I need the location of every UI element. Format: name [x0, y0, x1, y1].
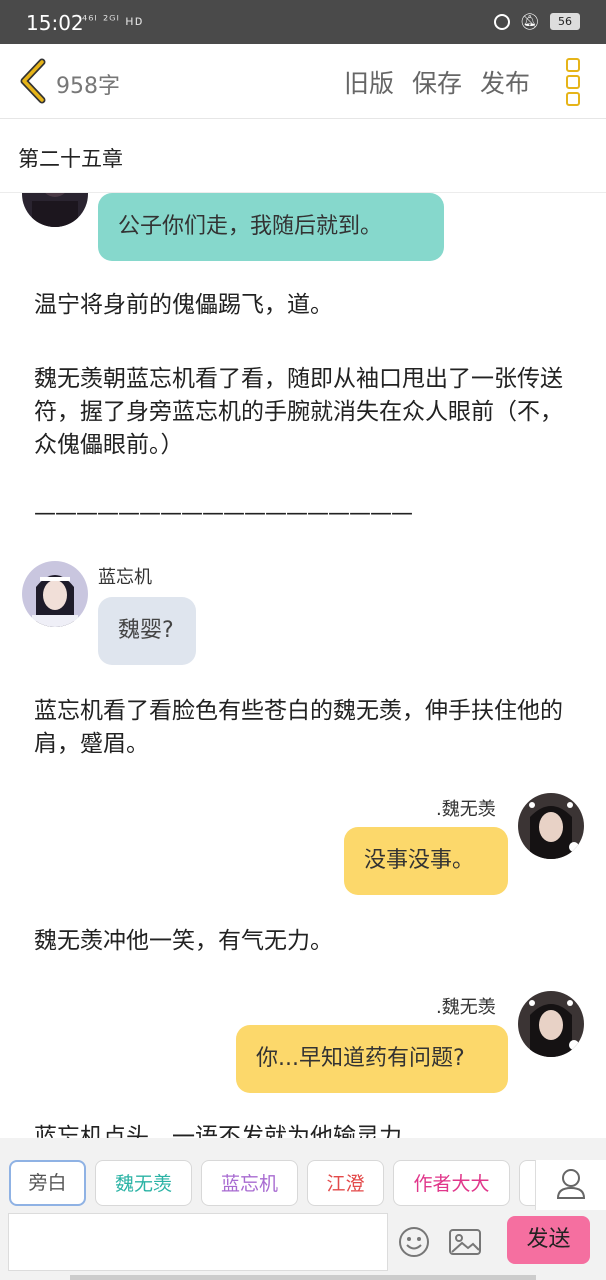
more-menu-button[interactable] [566, 58, 580, 106]
menu-dot-icon [566, 75, 580, 89]
send-button[interactable]: 发送 [507, 1216, 590, 1264]
editor-toolbar: 958字 旧版 保存 发布 [0, 44, 606, 119]
chip-label: 蓝忘机 [220, 1173, 278, 1195]
chat-bubble[interactable]: 魏婴? [98, 597, 196, 665]
narration-paragraph[interactable]: 蓝忘机点头，一语不发就为他输灵力。 [34, 1121, 574, 1138]
character-chip-author[interactable]: 作者大大 [393, 1160, 510, 1206]
status-bar: 15:02 ⁴⁶ᴵ ²ᴳᴵ ʜᴅ 🔕︎ 56 [0, 0, 606, 44]
chat-bubble[interactable]: 没事没事。 [344, 827, 508, 895]
narration-paragraph[interactable]: 魏无羡冲他一笑，有气无力。 [34, 925, 574, 958]
status-time: 15:02 [26, 11, 84, 35]
status-right: 🔕︎ 56 [493, 12, 580, 31]
chevron-left-icon [20, 58, 46, 104]
character-manage-button[interactable] [535, 1160, 606, 1210]
top-actions: 旧版 保存 发布 [344, 64, 530, 100]
chat-bubble[interactable]: 公子你们走，我随后就到。 [98, 193, 444, 261]
sync-icon [493, 13, 510, 30]
chip-label: 旁白 [28, 1172, 67, 1194]
emoji-button[interactable] [398, 1226, 430, 1258]
word-count: 958字 [56, 74, 120, 99]
image-icon [449, 1229, 481, 1255]
speaker-name: .魏无羡 [436, 997, 496, 1018]
avatar-image [22, 561, 88, 627]
message-input[interactable] [8, 1213, 388, 1271]
avatar-image [518, 793, 584, 859]
old-version-button[interactable]: 旧版 [344, 64, 394, 100]
chip-label: 江澄 [326, 1173, 365, 1195]
chapter-title: 第二十五章 [18, 147, 123, 171]
chip-label: 作者大大 [413, 1173, 490, 1195]
avatar-image [22, 193, 88, 227]
composer-panel: 旁白 魏无羡 蓝忘机 江澄 作者大大 发送 [0, 1138, 606, 1280]
character-chip-narrator[interactable]: 旁白 [9, 1160, 86, 1206]
chapter-bar[interactable]: 第二十五章 [0, 119, 606, 193]
section-divider: —————————————————— [34, 501, 413, 526]
speaker-name: 蓝忘机 [98, 567, 152, 588]
speaker-name: .魏无羡 [436, 799, 496, 820]
narration-paragraph[interactable]: 魏无羡朝蓝忘机看了看，随即从袖口甩出了一张传送符，握了身旁蓝忘机的手腕就消失在众… [34, 363, 574, 462]
character-selector[interactable]: 旁白 魏无羡 蓝忘机 江澄 作者大大 [0, 1160, 606, 1210]
save-button[interactable]: 保存 [412, 64, 462, 100]
scroll-indicator [70, 1275, 536, 1280]
character-avatar[interactable] [518, 991, 584, 1057]
avatar-image [518, 991, 584, 1057]
narration-paragraph[interactable]: 蓝忘机看了看脸色有些苍白的魏无羡，伸手扶住他的肩，蹙眉。 [34, 695, 574, 761]
back-button[interactable] [16, 58, 50, 104]
signal-indicator: ⁴⁶ᴵ ²ᴳᴵ ʜᴅ [82, 14, 144, 29]
mute-icon: 🔕︎ [519, 12, 540, 31]
character-avatar[interactable] [518, 793, 584, 859]
narration-paragraph[interactable]: 温宁将身前的傀儡踢飞，道。 [34, 289, 574, 322]
publish-button[interactable]: 发布 [480, 64, 530, 100]
character-chip-jiang-cheng[interactable]: 江澄 [307, 1160, 384, 1206]
character-avatar[interactable] [22, 193, 88, 227]
user-icon [556, 1169, 586, 1199]
character-chip-lan-wangji[interactable]: 蓝忘机 [201, 1160, 298, 1206]
battery-indicator: 56 [550, 13, 580, 30]
emoji-icon [399, 1227, 429, 1257]
character-avatar[interactable] [22, 561, 88, 627]
menu-dot-icon [566, 92, 580, 106]
chip-label: 魏无羡 [114, 1173, 172, 1195]
chat-bubble[interactable]: 你...早知道药有问题? [236, 1025, 508, 1093]
menu-dot-icon [566, 58, 580, 72]
story-content[interactable]: 公子你们走，我随后就到。 温宁将身前的傀儡踢飞，道。 魏无羡朝蓝忘机看了看，随即… [0, 193, 606, 1138]
character-chip-wei-wuxian[interactable]: 魏无羡 [95, 1160, 192, 1206]
image-button[interactable] [448, 1228, 482, 1256]
